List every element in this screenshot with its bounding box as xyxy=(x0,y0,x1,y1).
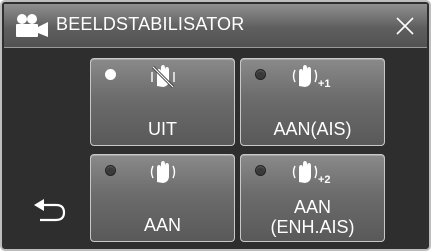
option-label: AAN (ENH.AIS) xyxy=(270,197,355,237)
close-button[interactable] xyxy=(389,10,421,42)
stabilizer-ais-icon: +1 xyxy=(292,65,331,90)
option-label: UIT xyxy=(148,119,177,139)
close-icon xyxy=(396,17,414,35)
stabilizer-screen: BEELDSTABILISATOR UIT +1 AAN(AIS) AAN +2… xyxy=(0,0,431,251)
svg-text:+1: +1 xyxy=(318,78,331,90)
option-aan-enh-ais-button[interactable]: +2 AAN (ENH.AIS) xyxy=(240,154,385,242)
option-aan-button[interactable]: AAN xyxy=(90,154,235,242)
radio-indicator xyxy=(255,69,266,80)
radio-indicator xyxy=(255,165,266,176)
video-camera-icon xyxy=(14,13,50,39)
option-uit-button[interactable]: UIT xyxy=(90,58,235,146)
option-label: AAN(AIS) xyxy=(273,119,352,139)
radio-indicator-selected xyxy=(105,69,116,80)
back-button[interactable] xyxy=(30,196,74,228)
return-arrow-icon xyxy=(34,199,66,222)
stabilizer-off-icon xyxy=(150,65,175,89)
option-aan-ais-button[interactable]: +1 AAN(AIS) xyxy=(240,58,385,146)
header-bar: BEELDSTABILISATOR xyxy=(4,4,427,48)
stabilizer-enh-ais-icon: +2 xyxy=(292,161,331,186)
radio-indicator xyxy=(105,165,116,176)
stabilizer-on-icon xyxy=(150,161,175,183)
option-label: AAN xyxy=(143,215,181,235)
page-title: BEELDSTABILISATOR xyxy=(56,14,245,34)
svg-text:+2: +2 xyxy=(318,174,331,186)
